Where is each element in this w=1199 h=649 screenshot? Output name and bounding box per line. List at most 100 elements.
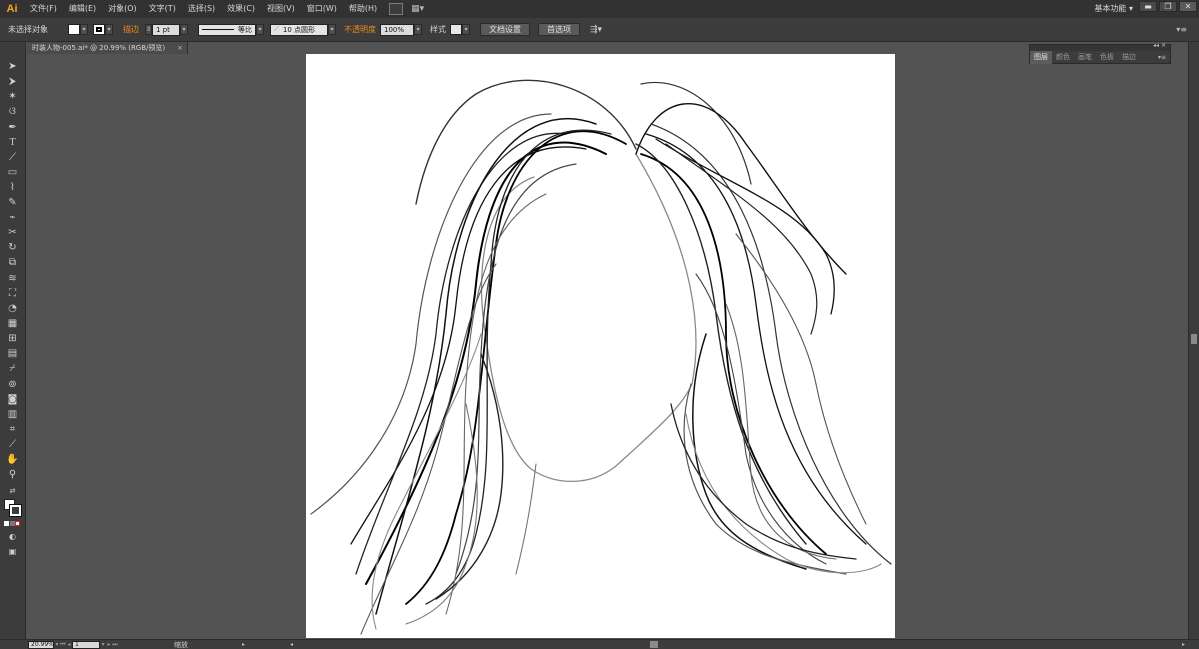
panel-collapse-icon[interactable]: ◂◂ ✕ — [1153, 42, 1166, 49]
tab-layers[interactable]: 图层 — [1030, 51, 1052, 64]
artboard-number-input[interactable]: 1 — [72, 640, 100, 649]
selection-tool-icon[interactable]: ➤ — [5, 60, 20, 73]
scissors-tool-icon[interactable]: ✂ — [5, 226, 20, 239]
warp-tool-icon[interactable]: ≋ — [5, 272, 20, 285]
eyedropper-tool-icon[interactable]: ⌿ — [5, 362, 20, 375]
app-logo: Ai — [6, 3, 18, 15]
rectangle-tool-icon[interactable]: ▭ — [5, 166, 20, 179]
menu-type[interactable]: 文字(T) — [143, 0, 182, 18]
tools-panel: ➤ ⮞ ✶ ଓ ✒ T ⟋ ▭ ⌇ ✎ ⌁ ✂ ↻ ⧉ ≋ ⛶ ◔ ▦ ⊞ ▤ … — [0, 42, 26, 649]
menu-window[interactable]: 窗口(W) — [301, 0, 343, 18]
align-options-icon[interactable]: ⇶▾ — [590, 25, 602, 35]
pencil-tool-icon[interactable]: ✎ — [5, 196, 20, 209]
opacity-dropdown[interactable]: ▾ — [414, 24, 422, 35]
vertical-scrollbar[interactable] — [1188, 42, 1199, 639]
zoom-level-input[interactable]: 20.99% — [28, 640, 54, 649]
lasso-tool-icon[interactable]: ଓ — [5, 105, 20, 118]
pen-tool-icon[interactable]: ✒ — [5, 121, 20, 134]
stroke-weight-stepper[interactable]: ⇕ — [145, 24, 152, 35]
type-tool-icon[interactable]: T — [5, 136, 20, 149]
bridge-icon[interactable] — [389, 3, 404, 15]
hand-tool-icon[interactable]: ✋ — [5, 453, 20, 466]
panel-options-icon[interactable]: ▾≡ — [1158, 54, 1170, 61]
opacity-input[interactable]: 100% — [380, 23, 414, 36]
scroll-right-icon[interactable]: ▸ — [1182, 641, 1185, 648]
profile-dropdown[interactable]: ▾ — [256, 24, 264, 35]
layers-panel-group: ◂◂ ✕ 图层 颜色 画笔 色板 描边 ▾≡ — [1029, 42, 1171, 64]
current-tool-status: 缩放 — [174, 640, 188, 649]
stroke-dropdown[interactable]: ▾ — [105, 24, 113, 35]
brush-label: 10 点圆形 — [282, 25, 316, 34]
blend-tool-icon[interactable]: ⊚ — [5, 378, 20, 391]
workspace-switcher[interactable]: 基本功能 ▾ — [1094, 0, 1133, 18]
tab-swatches[interactable]: 色板 — [1096, 51, 1118, 64]
direct-selection-tool-icon[interactable]: ⮞ — [5, 75, 20, 88]
status-bar: 20.99% ▾ ⏮ ◂ 1 ▾ ▸ ⏭ 缩放 ▸ ◂ ▸ — [0, 639, 1199, 649]
arrange-documents-icon[interactable]: ▦▾ — [411, 3, 429, 15]
document-title: 时装人物-005.ai* @ 20.99% (RGB/预览) — [32, 44, 166, 52]
paintbrush-tool-icon[interactable]: ⌇ — [5, 181, 20, 194]
restore-button[interactable]: ❐ — [1159, 1, 1177, 12]
perspective-grid-tool-icon[interactable]: ▦ — [5, 317, 20, 330]
tab-color[interactable]: 颜色 — [1052, 51, 1074, 64]
stroke-color-box[interactable] — [9, 504, 22, 517]
stroke-swatch[interactable] — [93, 24, 105, 35]
status-menu-icon[interactable]: ▸ — [242, 641, 245, 648]
artboard-tool-icon[interactable]: ⌗ — [5, 423, 20, 436]
zoom-tool-icon[interactable]: ⚲ — [5, 468, 20, 481]
menubar: Ai 文件(F) 编辑(E) 对象(O) 文字(T) 选择(S) 效果(C) 视… — [0, 0, 1199, 18]
draw-mode-icon[interactable]: ◐ — [5, 530, 20, 543]
blob-brush-tool-icon[interactable]: ⌁ — [5, 211, 20, 224]
last-artboard-icon[interactable]: ⏭ — [112, 641, 118, 649]
close-document-icon[interactable]: × — [177, 42, 183, 54]
slice-tool-icon[interactable]: ⟋ — [5, 438, 20, 451]
stroke-weight-input[interactable]: 1 pt — [152, 23, 180, 36]
scale-tool-icon[interactable]: ⧉ — [5, 256, 20, 269]
screen-mode-icon[interactable]: ▣ — [5, 545, 20, 558]
preferences-button[interactable]: 首选项 — [538, 23, 580, 36]
tab-stroke[interactable]: 描边 — [1118, 51, 1140, 64]
style-dropdown[interactable]: ▾ — [462, 24, 470, 35]
line-tool-icon[interactable]: ⟋ — [5, 151, 20, 164]
hair-illustration — [310, 79, 892, 635]
vertical-scroll-thumb[interactable] — [1191, 334, 1197, 344]
free-transform-tool-icon[interactable]: ⛶ — [5, 287, 20, 300]
column-graph-tool-icon[interactable]: ▥ — [5, 408, 20, 421]
magic-wand-tool-icon[interactable]: ✶ — [5, 90, 20, 103]
document-setup-button[interactable]: 文档设置 — [480, 23, 530, 36]
profile-label: 等比 — [238, 25, 252, 34]
menu-select[interactable]: 选择(S) — [182, 0, 221, 18]
graphic-style-swatch[interactable] — [450, 24, 462, 35]
menu-edit[interactable]: 编辑(E) — [63, 0, 102, 18]
artboard[interactable] — [306, 54, 895, 638]
menu-help[interactable]: 帮助(H) — [343, 0, 383, 18]
stroke-weight-dropdown[interactable]: ▾ — [180, 24, 188, 35]
scroll-left-icon[interactable]: ◂ — [290, 641, 293, 648]
color-mode-icon[interactable] — [4, 521, 9, 526]
document-tab[interactable]: 时装人物-005.ai* @ 20.99% (RGB/预览) × — [27, 42, 188, 54]
shape-builder-tool-icon[interactable]: ◔ — [5, 302, 20, 315]
gradient-tool-icon[interactable]: ▤ — [5, 347, 20, 360]
horizontal-scroll-thumb[interactable] — [650, 641, 658, 648]
brush-dropdown[interactable]: ▾ — [328, 24, 336, 35]
fill-dropdown[interactable]: ▾ — [80, 24, 88, 35]
swap-fill-stroke-icon[interactable]: ⇄ — [5, 485, 20, 498]
fill-swatch[interactable] — [68, 24, 80, 35]
minimize-button[interactable]: ▬ — [1139, 1, 1157, 12]
close-button[interactable]: ✕ — [1179, 1, 1197, 12]
tab-brushes[interactable]: 画笔 — [1074, 51, 1096, 64]
variable-width-profile[interactable]: 等比 — [198, 23, 256, 36]
menu-object[interactable]: 对象(O) — [102, 0, 143, 18]
stroke-label[interactable]: 描边 — [113, 24, 139, 35]
symbol-sprayer-tool-icon[interactable]: ◙ — [5, 393, 20, 406]
opacity-label[interactable]: 不透明度 — [336, 24, 376, 35]
panel-menu-icon[interactable]: ▾≡ — [1176, 25, 1187, 34]
menu-view[interactable]: 视图(V) — [261, 0, 301, 18]
control-bar: 未选择对象 ▾ ▾ 描边 ⇕ 1 pt ▾ 等比 ▾ ⟋ 10 点圆形 ▾ 不透… — [0, 18, 1199, 42]
menu-file[interactable]: 文件(F) — [24, 0, 63, 18]
brush-definition[interactable]: ⟋ 10 点圆形 — [270, 23, 328, 36]
rotate-tool-icon[interactable]: ↻ — [5, 241, 20, 254]
menu-effect[interactable]: 效果(C) — [221, 0, 261, 18]
mesh-tool-icon[interactable]: ⊞ — [5, 332, 20, 345]
none-mode-icon[interactable] — [15, 521, 20, 526]
